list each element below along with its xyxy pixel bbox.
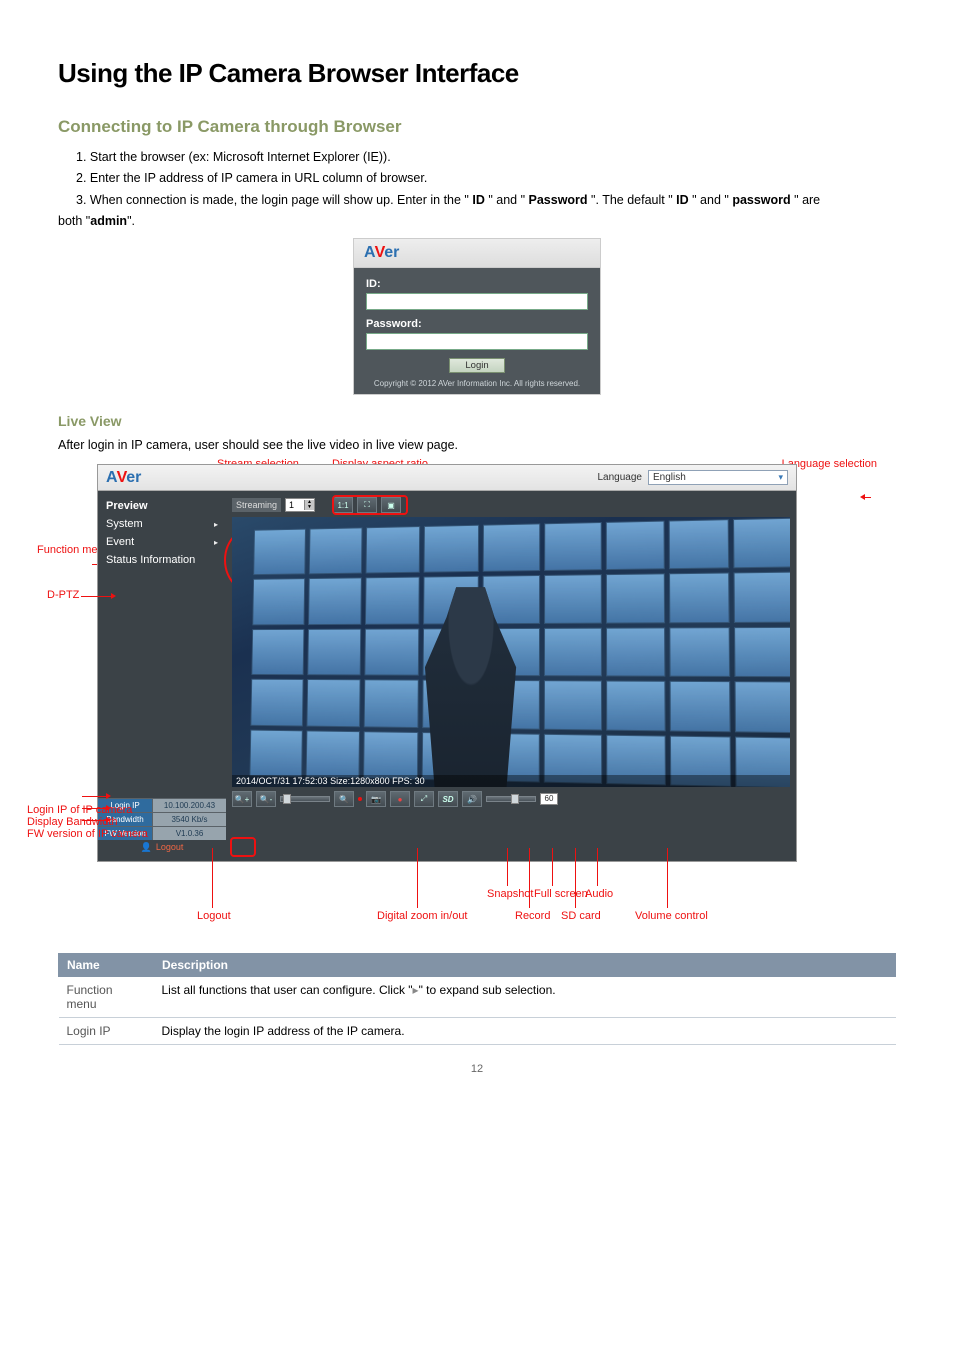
page: Using the IP Camera Browser Interface Co… (0, 0, 954, 1085)
zoom-reset-button[interactable]: 🔍 (334, 791, 354, 807)
page-title: Using the IP Camera Browser Interface (58, 58, 896, 89)
step-3: 3. When connection is made, the login pa… (76, 190, 896, 211)
figure-liveview: Stream selection Display aspect ratio La… (77, 464, 877, 941)
leader-line (212, 848, 213, 908)
table-row: Function menu List all functions that us… (59, 977, 896, 1018)
login-dialog: AVer ID: Password: Login Copyright © 201… (353, 238, 601, 395)
stream-spinner[interactable]: 1▲▼ (285, 498, 315, 512)
callout-audio: Audio (585, 888, 613, 900)
section1-title: Connecting to IP Camera through Browser (58, 117, 896, 137)
video-osd: 2014/OCT/31 17:52:03 Size:1280x800 FPS: … (232, 775, 790, 787)
cell-name: Function menu (59, 977, 154, 1018)
brand-er: er (384, 244, 399, 262)
callout-fullscreen: Full screen (534, 888, 588, 900)
leader-line (507, 848, 508, 886)
section2-intro: After login in IP camera, user should se… (58, 435, 896, 456)
th-desc: Description (154, 954, 896, 977)
aspect-full-button[interactable]: ▣ (381, 497, 401, 513)
callout-login-ip: Login IP of IP camera (27, 804, 132, 816)
callout-record: Record (515, 910, 550, 922)
zoom-slider[interactable] (280, 796, 330, 802)
password-label: Password: (366, 318, 588, 330)
description-table: Name Description Function menu List all … (58, 953, 896, 1045)
spin-down-icon[interactable]: ▼ (304, 505, 314, 510)
leader-line (597, 848, 598, 886)
zoom-out-button[interactable]: 🔍- (256, 791, 276, 807)
callout-bandwidth: Display Bandwidth (27, 816, 118, 828)
language-label: Language (598, 472, 643, 483)
streaming-label: Streaming (232, 498, 281, 512)
video-content (244, 517, 790, 787)
sidebar-menu: Preview System▸ Event▸ Status Informatio… (98, 497, 226, 569)
volume-slider[interactable] (486, 796, 536, 802)
id-input[interactable] (366, 293, 588, 310)
table-header-row: Name Description (59, 954, 896, 977)
callout-sd-card: SD card (561, 910, 601, 922)
sidebar-item-preview[interactable]: Preview (98, 497, 226, 515)
cell-desc: List all functions that user can configu… (154, 977, 896, 1018)
language-dropdown[interactable]: English ▾ (648, 470, 788, 485)
app-header: AVer Language English ▾ (98, 465, 796, 491)
login-body: ID: Password: Login Copyright © 2012 AVe… (353, 268, 601, 395)
leader-line (81, 596, 111, 597)
password-input[interactable] (366, 333, 588, 350)
app-body: Preview System▸ Event▸ Status Informatio… (98, 491, 796, 861)
callout-logout: Logout (197, 910, 231, 922)
sidebar-item-system[interactable]: System▸ (98, 515, 226, 533)
language-selector[interactable]: Language English ▾ (598, 470, 789, 485)
language-value: English (653, 472, 686, 483)
leader-line (575, 848, 576, 908)
step-2: 2. Enter the IP address of IP camera in … (76, 168, 896, 189)
fullscreen-button[interactable]: ⤢ (414, 791, 434, 807)
aspect-1-1-button[interactable]: 1:1 (333, 497, 353, 513)
chevron-down-icon: ▾ (778, 472, 783, 483)
sidebar-item-event[interactable]: Event▸ (98, 533, 226, 551)
leader-line (529, 848, 530, 908)
callout-fw-version: FW version of IP camera (27, 828, 148, 840)
expand-icon: ▸ (214, 538, 218, 547)
section2-title: Live View (58, 413, 896, 429)
volume-value: 60 (540, 793, 558, 805)
audio-button[interactable]: 🔊 (462, 791, 482, 807)
step-1: 1. Start the browser (ex: Microsoft Inte… (76, 147, 896, 168)
login-header: AVer (353, 238, 601, 268)
callout-dptz: D-PTZ (47, 589, 79, 601)
video-preview[interactable]: 2014/OCT/31 17:52:03 Size:1280x800 FPS: … (232, 517, 790, 787)
th-name: Name (59, 954, 154, 977)
brand-logo: AVer (106, 469, 141, 487)
zoom-in-button[interactable]: 🔍+ (232, 791, 252, 807)
expand-icon: ▸ (214, 520, 218, 529)
main-panel: Streaming 1▲▼ 1:1 ⛶ ▣ ⌂ ▲ ▼ (226, 491, 796, 861)
record-button[interactable]: ● (390, 791, 410, 807)
cell-desc: Display the login IP address of the IP c… (154, 1018, 896, 1045)
logout-button[interactable]: 👤Logout (98, 840, 226, 855)
login-button[interactable]: Login (449, 358, 505, 373)
leader-line (667, 848, 668, 908)
sd-card-button[interactable]: SD (438, 791, 458, 807)
login-copyright: Copyright © 2012 AVer Information Inc. A… (366, 379, 588, 388)
step-3b: both "admin". (58, 211, 896, 232)
cell-name: Login IP (59, 1018, 154, 1045)
user-icon: 👤 (141, 842, 152, 852)
bottom-toolbar: 🔍+ 🔍- 🔍 📷 ● ⤢ SD 🔊 60 (232, 787, 790, 807)
callout-volume: Volume control (635, 910, 708, 922)
leader-line (552, 848, 553, 886)
leader-line (865, 497, 871, 498)
snapshot-button[interactable]: 📷 (366, 791, 386, 807)
callouts-bottom: Logout Login IP of IP camera Display Ban… (77, 866, 877, 941)
leader-line (82, 796, 106, 797)
callout-digital-zoom: Digital zoom in/out (377, 910, 468, 922)
red-highlight-zoom (230, 837, 256, 857)
page-number: 12 (471, 1063, 483, 1075)
id-label: ID: (366, 278, 588, 290)
leader-line (417, 848, 418, 908)
table-row: Login IP Display the login IP address of… (59, 1018, 896, 1045)
callout-snapshot: Snapshot (487, 888, 533, 900)
app-window: AVer Language English ▾ Preview System▸ … (97, 464, 797, 862)
aspect-fit-button[interactable]: ⛶ (357, 497, 377, 513)
top-toolbar: Streaming 1▲▼ 1:1 ⛶ ▣ (232, 497, 790, 513)
sidebar-item-status[interactable]: Status Information (98, 551, 226, 569)
